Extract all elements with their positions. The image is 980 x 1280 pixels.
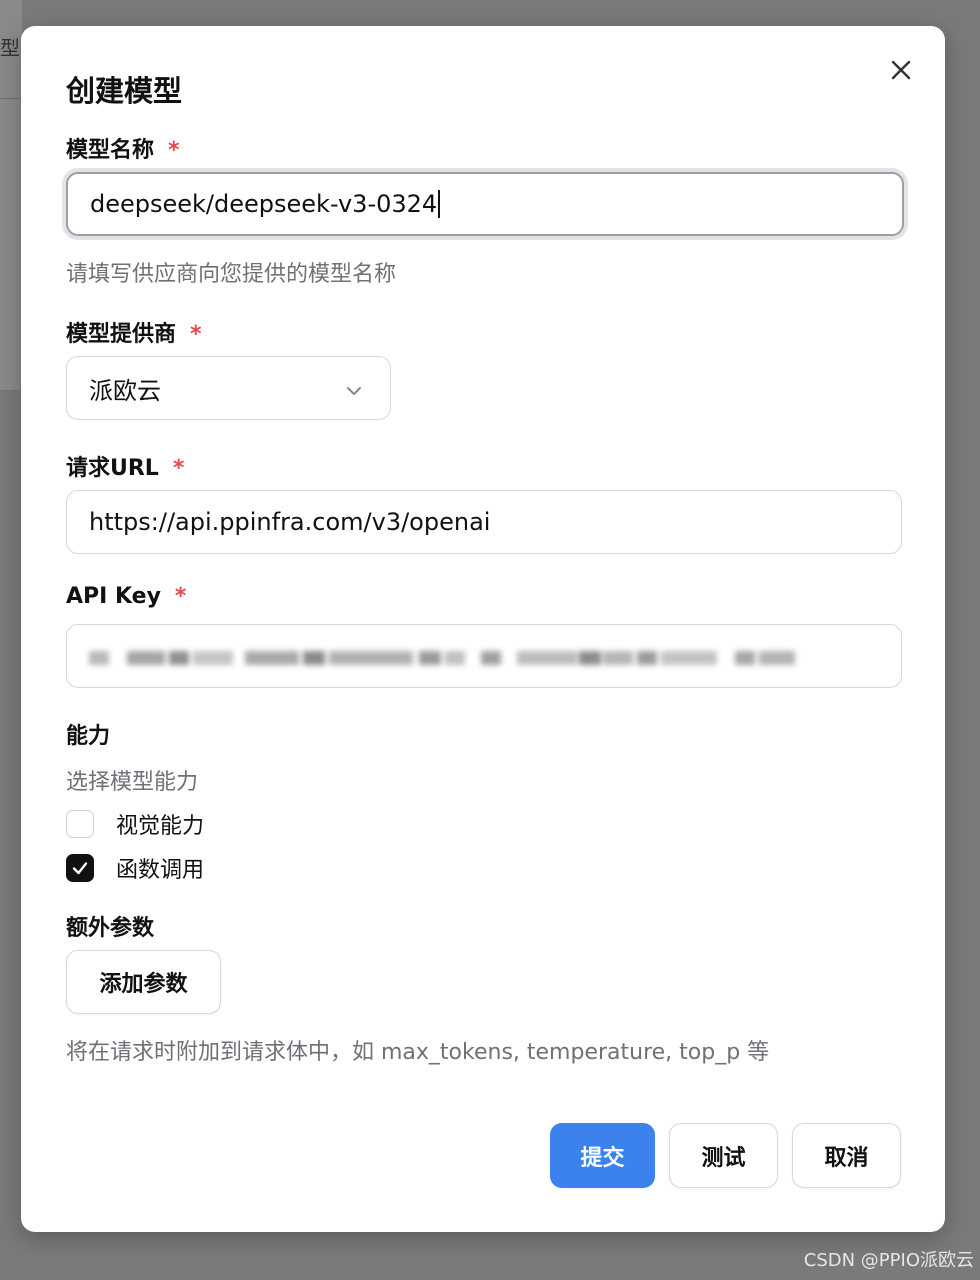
model-name-label-text: 模型名称 — [66, 138, 155, 163]
required-mark: * — [168, 138, 180, 163]
background-divider — [0, 98, 22, 99]
request-url-input[interactable]: https://api.ppinfra.com/v3/openai — [66, 490, 902, 554]
api-key-label: API Key * — [66, 584, 186, 609]
model-name-label: 模型名称 * — [66, 132, 180, 164]
capabilities-label: 能力 — [66, 724, 111, 749]
request-url-label-text: 请求URL — [66, 456, 159, 481]
api-key-input[interactable] — [66, 624, 902, 688]
create-model-dialog: 创建模型 模型名称 * deepseek/deepseek-v3-0324 请填写… — [21, 26, 945, 1232]
cancel-button[interactable]: 取消 — [792, 1123, 901, 1188]
model-name-hint: 请填写供应商向您提供的模型名称 — [66, 262, 397, 287]
check-icon — [72, 862, 88, 875]
provider-selected-value: 派欧云 — [89, 376, 161, 405]
vision-capability-option[interactable]: 视觉能力 — [66, 808, 204, 840]
vision-checkbox[interactable] — [66, 810, 94, 838]
required-mark: * — [190, 322, 202, 347]
function-call-label: 函数调用 — [116, 858, 205, 883]
background-text: 型 — [0, 36, 20, 60]
provider-select[interactable]: 派欧云 — [66, 356, 391, 420]
background-page-fragment: 型 — [0, 0, 22, 391]
model-name-input[interactable]: deepseek/deepseek-v3-0324 — [66, 172, 904, 236]
vision-capability-label: 视觉能力 — [116, 814, 205, 839]
test-button[interactable]: 测试 — [669, 1123, 778, 1188]
required-mark: * — [174, 584, 187, 609]
watermark: CSDN @PPIO派欧云 — [803, 1250, 974, 1271]
dialog-title: 创建模型 — [66, 74, 183, 108]
text-caret — [438, 190, 441, 218]
provider-label-text: 模型提供商 — [66, 322, 177, 347]
capabilities-hint: 选择模型能力 — [66, 770, 199, 795]
request-url-label: 请求URL * — [66, 450, 184, 482]
chevron-down-icon — [344, 379, 364, 407]
api-key-label-text: API Key — [66, 584, 161, 609]
function-call-checkbox[interactable] — [66, 854, 94, 882]
extra-params-hint: 将在请求时附加到请求体中，如 max_tokens, temperature, … — [66, 1040, 770, 1065]
model-name-value: deepseek/deepseek-v3-0324 — [90, 190, 438, 218]
provider-label: 模型提供商 * — [66, 316, 202, 348]
function-call-option[interactable]: 函数调用 — [66, 852, 204, 884]
submit-button[interactable]: 提交 — [550, 1123, 655, 1188]
request-url-value: https://api.ppinfra.com/v3/openai — [89, 508, 491, 536]
extra-params-label: 额外参数 — [66, 916, 155, 941]
close-icon[interactable] — [887, 56, 915, 84]
add-param-button[interactable]: 添加参数 — [66, 950, 221, 1014]
obscured-api-key — [89, 651, 795, 665]
required-mark: * — [172, 456, 185, 481]
